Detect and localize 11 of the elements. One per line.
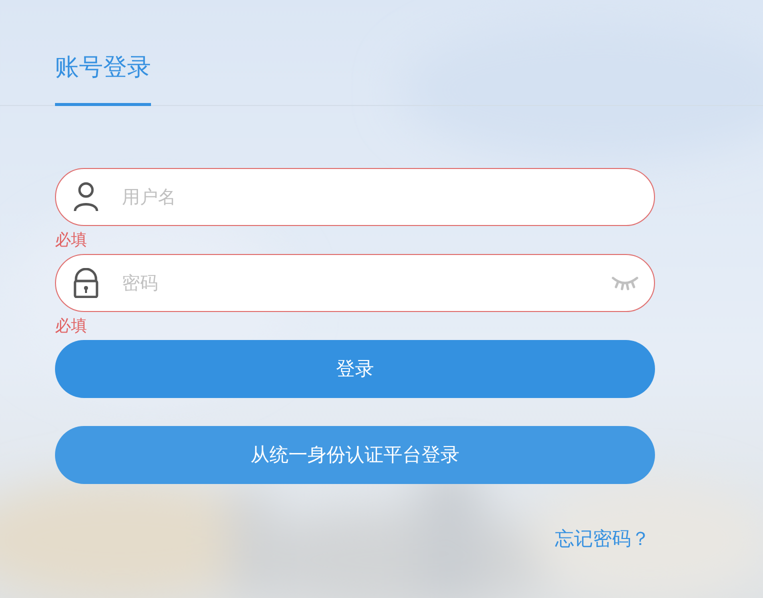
password-field[interactable]: 密码 (55, 254, 655, 312)
login-tab[interactable]: 账号登录 (55, 51, 151, 106)
error-message: 必填 (55, 230, 87, 249)
closed-eye-icon[interactable] (611, 275, 639, 291)
username-field[interactable]: 用户名 (55, 168, 655, 226)
login-button[interactable]: 登录 (55, 340, 655, 398)
forgot-password-link[interactable]: 忘记密码？ (555, 526, 650, 552)
user-icon (73, 182, 99, 212)
lock-icon (73, 268, 99, 298)
sso-login-button[interactable]: 从统一身份认证平台登录 (55, 426, 655, 484)
error-message: 必填 (55, 316, 87, 335)
